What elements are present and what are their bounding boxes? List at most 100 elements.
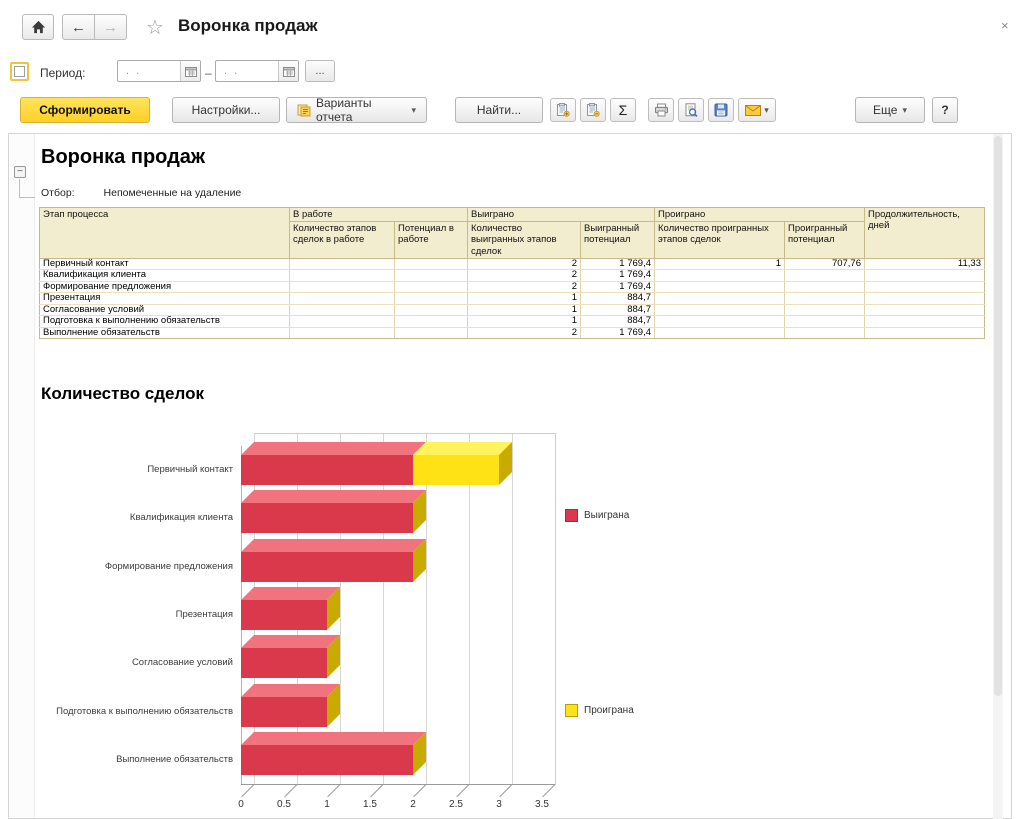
value-cell[interactable] [785, 293, 865, 305]
value-cell[interactable] [785, 270, 865, 282]
bar-segment-won[interactable] [241, 697, 327, 727]
send-mail-button[interactable]: ▾ [738, 98, 776, 122]
value-cell[interactable]: 2 [468, 270, 581, 282]
table-row: Согласование условий 1884,7 [40, 304, 985, 316]
value-cell[interactable]: 2 [468, 327, 581, 339]
value-cell[interactable] [865, 327, 985, 339]
print-button[interactable] [648, 98, 674, 122]
bar-segment-won[interactable] [241, 552, 413, 582]
bar-segment-won[interactable] [241, 503, 413, 533]
stage-cell[interactable]: Подготовка к выполнению обязательств [40, 316, 290, 328]
col-header-duration: Продолжительность, дней [865, 208, 985, 259]
value-cell[interactable] [395, 270, 468, 282]
chart-title: Количество сделок [41, 384, 204, 404]
value-cell[interactable]: 1 [655, 258, 785, 270]
period-to-field[interactable]: . . [215, 60, 299, 82]
envelope-icon [745, 105, 761, 116]
value-cell[interactable]: 1 [468, 316, 581, 328]
value-cell[interactable] [290, 327, 395, 339]
value-cell[interactable]: 2 [468, 258, 581, 270]
value-cell[interactable]: 884,7 [581, 293, 655, 305]
value-cell[interactable] [865, 293, 985, 305]
period-checkbox[interactable] [10, 62, 29, 81]
value-cell[interactable] [290, 281, 395, 293]
stage-cell[interactable]: Формирование предложения [40, 281, 290, 293]
settings-button[interactable]: Настройки... [172, 97, 280, 123]
value-cell[interactable] [290, 304, 395, 316]
back-button[interactable]: ← [62, 14, 95, 40]
value-cell[interactable]: 1 [468, 304, 581, 316]
preview-button[interactable] [678, 98, 704, 122]
value-cell[interactable] [785, 281, 865, 293]
save-button[interactable] [708, 98, 734, 122]
value-cell[interactable]: 1 [468, 293, 581, 305]
value-cell[interactable]: 1 769,4 [581, 327, 655, 339]
value-cell[interactable] [290, 258, 395, 270]
value-cell[interactable] [865, 316, 985, 328]
value-cell[interactable] [865, 281, 985, 293]
value-cell[interactable] [290, 316, 395, 328]
help-button[interactable]: ? [932, 97, 958, 123]
favorite-star-icon[interactable]: ☆ [146, 15, 164, 40]
value-cell[interactable] [865, 304, 985, 316]
stage-cell[interactable]: Выполнение обязательств [40, 327, 290, 339]
value-cell[interactable]: 2 [468, 281, 581, 293]
home-button[interactable] [22, 14, 54, 40]
calendar-icon[interactable] [278, 61, 298, 81]
value-cell[interactable] [655, 281, 785, 293]
value-cell[interactable]: 707,76 [785, 258, 865, 270]
value-cell[interactable] [395, 304, 468, 316]
value-cell[interactable] [655, 327, 785, 339]
more-button[interactable]: Еще ▾ [855, 97, 925, 123]
col-header-won-qty: Количество выигранных этапов сделок [468, 222, 581, 259]
value-cell[interactable] [785, 316, 865, 328]
collapse-groups-button[interactable] [580, 98, 606, 122]
expand-groups-icon [556, 103, 570, 117]
x-axis-label: 3 [479, 799, 519, 810]
generate-button[interactable]: Сформировать [20, 97, 150, 123]
stage-cell[interactable]: Первичный контакт [40, 258, 290, 270]
calendar-icon[interactable] [180, 61, 200, 81]
value-cell[interactable] [290, 270, 395, 282]
close-icon[interactable]: × [1001, 18, 1009, 33]
value-cell[interactable] [785, 327, 865, 339]
vertical-scrollbar[interactable] [993, 134, 1003, 819]
forward-button[interactable]: → [94, 14, 127, 40]
value-cell[interactable] [655, 304, 785, 316]
expand-groups-button[interactable] [550, 98, 576, 122]
bar-segment-lost[interactable] [413, 455, 499, 485]
value-cell[interactable]: 884,7 [581, 316, 655, 328]
value-cell[interactable] [395, 316, 468, 328]
value-cell[interactable] [395, 258, 468, 270]
value-cell[interactable] [655, 270, 785, 282]
axis-tick [284, 784, 297, 797]
sum-button[interactable]: Σ [610, 98, 636, 122]
value-cell[interactable]: 1 769,4 [581, 258, 655, 270]
axis-tick [456, 784, 469, 797]
bar-segment-won[interactable] [241, 455, 413, 485]
value-cell[interactable]: 884,7 [581, 304, 655, 316]
value-cell[interactable]: 1 769,4 [581, 281, 655, 293]
value-cell[interactable] [655, 293, 785, 305]
value-cell[interactable] [865, 270, 985, 282]
value-cell[interactable] [395, 293, 468, 305]
find-button[interactable]: Найти... [455, 97, 543, 123]
collapse-group-icon[interactable]: − [14, 166, 26, 178]
scrollbar-thumb[interactable] [994, 136, 1002, 696]
value-cell[interactable]: 1 769,4 [581, 270, 655, 282]
stage-cell[interactable]: Квалификация клиента [40, 270, 290, 282]
value-cell[interactable] [655, 316, 785, 328]
stage-cell[interactable]: Презентация [40, 293, 290, 305]
report-variants-button[interactable]: Варианты отчета ▾ [286, 97, 427, 123]
value-cell[interactable]: 11,33 [865, 258, 985, 270]
bar-segment-won[interactable] [241, 745, 413, 775]
period-more-button[interactable]: ... [305, 60, 335, 82]
bar-segment-won[interactable] [241, 600, 327, 630]
stage-cell[interactable]: Согласование условий [40, 304, 290, 316]
value-cell[interactable] [785, 304, 865, 316]
value-cell[interactable] [290, 293, 395, 305]
bar-segment-won[interactable] [241, 648, 327, 678]
period-from-field[interactable]: . . [117, 60, 201, 82]
value-cell[interactable] [395, 281, 468, 293]
value-cell[interactable] [395, 327, 468, 339]
